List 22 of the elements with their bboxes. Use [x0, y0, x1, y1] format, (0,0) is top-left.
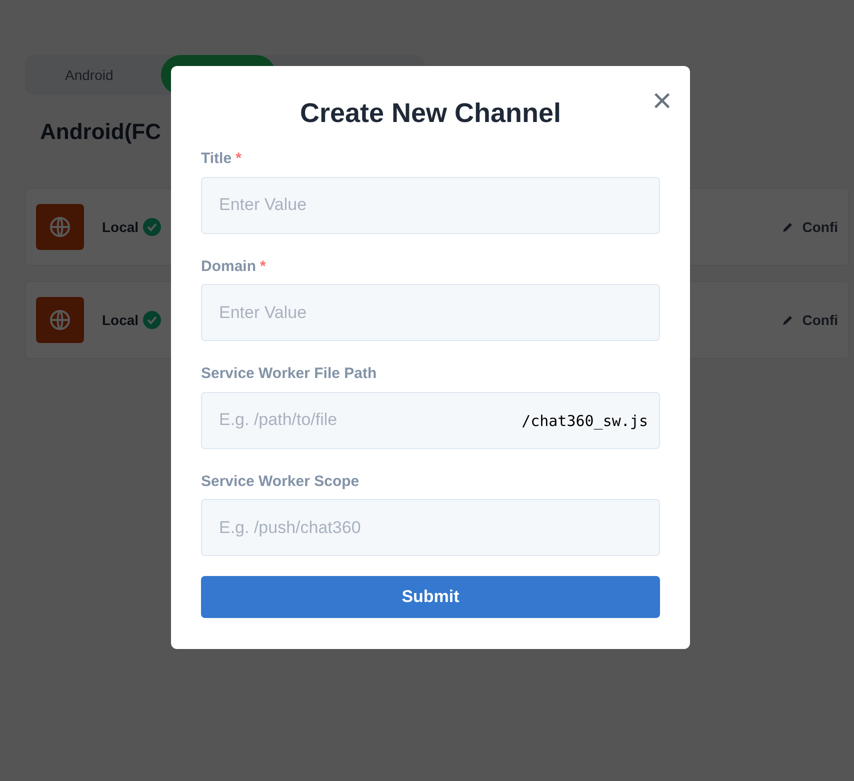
- pencil-icon: [782, 314, 794, 326]
- configure-link[interactable]: Confi: [802, 217, 838, 237]
- required-mark: *: [236, 149, 242, 169]
- channel-name: Local: [102, 311, 139, 330]
- field-label: Domain: [201, 256, 256, 276]
- modal-title: Create New Channel: [298, 97, 562, 130]
- input-suffix: /chat360_sw.js: [522, 410, 648, 432]
- close-button[interactable]: ×: [652, 84, 672, 118]
- input-field[interactable]: Enter Value: [201, 176, 660, 234]
- globe-icon: [36, 297, 84, 343]
- page-heading: Android(FC: [40, 118, 162, 146]
- globe-icon: [36, 204, 84, 250]
- field-label: Service Worker File Path: [201, 364, 377, 384]
- field-label: Title: [201, 149, 232, 169]
- input-field[interactable]: Enter Value: [201, 284, 660, 341]
- pencil-icon: [782, 221, 794, 233]
- configure-link[interactable]: Confi: [802, 310, 838, 330]
- submit-button[interactable]: Submit: [201, 576, 660, 618]
- channel-name: Local: [102, 218, 139, 237]
- input-field[interactable]: E.g. /push/chat360: [201, 499, 660, 556]
- field-label: Service Worker Scope: [201, 472, 360, 492]
- required-mark: *: [260, 256, 266, 276]
